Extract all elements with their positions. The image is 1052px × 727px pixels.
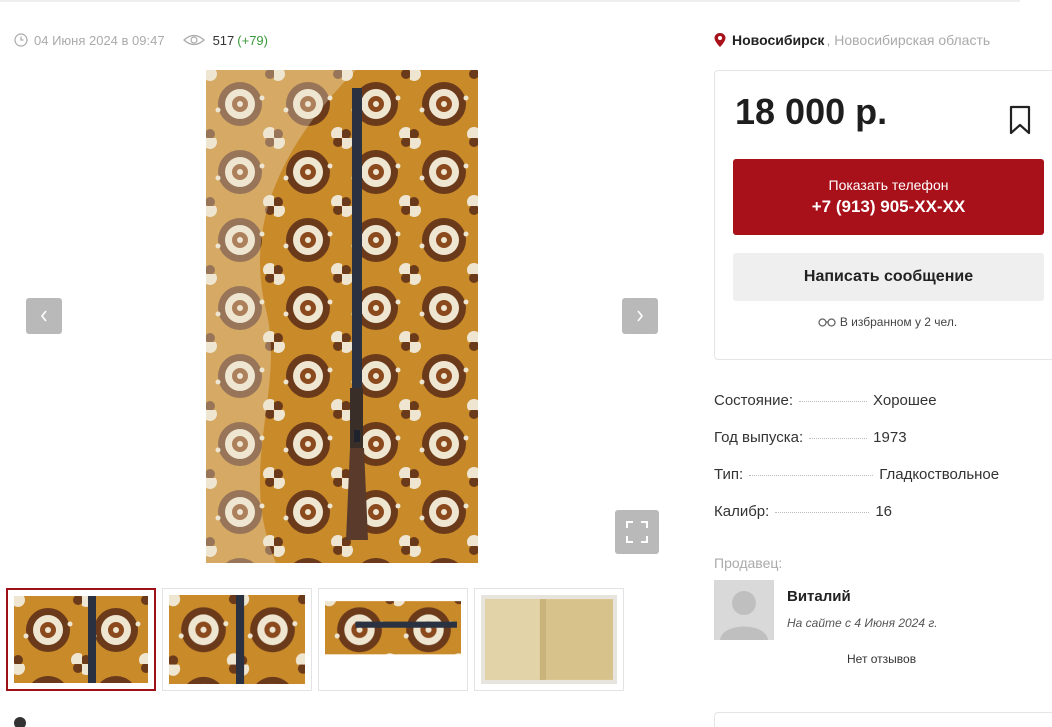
spec-key: Год выпуска:	[714, 429, 804, 446]
chevron-left-icon	[40, 310, 47, 322]
send-message-button[interactable]: Написать сообщение	[733, 253, 1044, 301]
spec-dots	[809, 438, 868, 439]
spec-key: Тип:	[714, 466, 744, 483]
views-count: 517	[212, 32, 235, 48]
listing-meta: 04 Июня 2024 в 09:47 517 (+79)	[14, 30, 268, 50]
thumbnail-image	[14, 596, 148, 683]
thumbnail-image	[169, 595, 305, 684]
gallery-prev-button[interactable]	[26, 298, 62, 334]
location-city[interactable]: Новосибирск	[732, 32, 824, 48]
seller-label: Продавец:	[714, 555, 783, 571]
binoculars-icon	[818, 318, 836, 327]
seller-since: На сайте с 4 Июня 2024 г.	[787, 616, 938, 630]
spec-row: Состояние: Хорошее	[714, 392, 1044, 429]
price-card: 18 000 р. Показать телефон +7 (913) 905-…	[714, 70, 1052, 360]
avatar[interactable]	[714, 580, 774, 640]
spec-dots	[775, 512, 870, 513]
main-photo[interactable]	[206, 70, 478, 563]
spec-value: Хорошее	[873, 392, 937, 409]
spec-dots	[799, 401, 868, 402]
favorites-info: В избранном у 2 чел.	[715, 315, 1052, 329]
seller-name[interactable]: Виталий	[787, 588, 851, 605]
photo-image	[206, 70, 478, 563]
thumbnail-image	[481, 595, 617, 684]
expand-icon	[626, 521, 648, 543]
thumbnail-image	[325, 595, 461, 684]
spec-key: Калибр:	[714, 503, 770, 520]
listing-date: 04 Июня 2024 в 09:47	[34, 32, 165, 48]
location-pin-icon	[714, 33, 726, 47]
thumbnail-strip	[6, 588, 624, 691]
bookmark-icon[interactable]	[1007, 103, 1033, 137]
thumbnail-3[interactable]	[318, 588, 468, 691]
phone-number: +7 (913) 905-XX-XX	[811, 197, 966, 216]
thumbnail-2[interactable]	[162, 588, 312, 691]
section-icon	[14, 717, 26, 727]
thumbnail-4[interactable]	[474, 588, 624, 691]
views-delta: (+79)	[237, 32, 268, 48]
photo-gallery	[8, 60, 678, 580]
chevron-right-icon	[637, 310, 644, 322]
location: Новосибирск , Новосибирская область	[714, 30, 990, 50]
fullscreen-button[interactable]	[615, 510, 659, 554]
spec-row: Калибр: 16	[714, 503, 1044, 540]
user-placeholder-icon	[714, 580, 774, 640]
price: 18 000 р.	[735, 91, 888, 132]
spec-key: Состояние:	[714, 392, 794, 409]
show-phone-label: Показать телефон	[828, 177, 949, 193]
seller-reviews[interactable]: Нет отзывов	[847, 652, 916, 666]
location-region: , Новосибирская область	[826, 32, 991, 48]
spec-value: Гладкоствольное	[879, 466, 1000, 483]
spec-dots	[749, 475, 874, 476]
top-divider	[0, 0, 1020, 2]
specs-list: Состояние: Хорошее Год выпуска: 1973 Тип…	[714, 392, 1044, 540]
show-phone-button[interactable]: Показать телефон +7 (913) 905-XX-XX	[733, 159, 1044, 235]
favorites-text: В избранном у 2 чел.	[839, 315, 958, 329]
eye-icon	[182, 34, 205, 46]
spec-row: Тип: Гладкоствольное	[714, 466, 1044, 503]
spec-value: 1973	[873, 429, 907, 446]
spec-value: 16	[875, 503, 892, 520]
bottom-card	[714, 712, 1052, 727]
spec-row: Год выпуска: 1973	[714, 429, 1044, 466]
clock-icon	[14, 33, 28, 47]
gallery-next-button[interactable]	[622, 298, 658, 334]
thumbnail-1[interactable]	[6, 588, 156, 691]
